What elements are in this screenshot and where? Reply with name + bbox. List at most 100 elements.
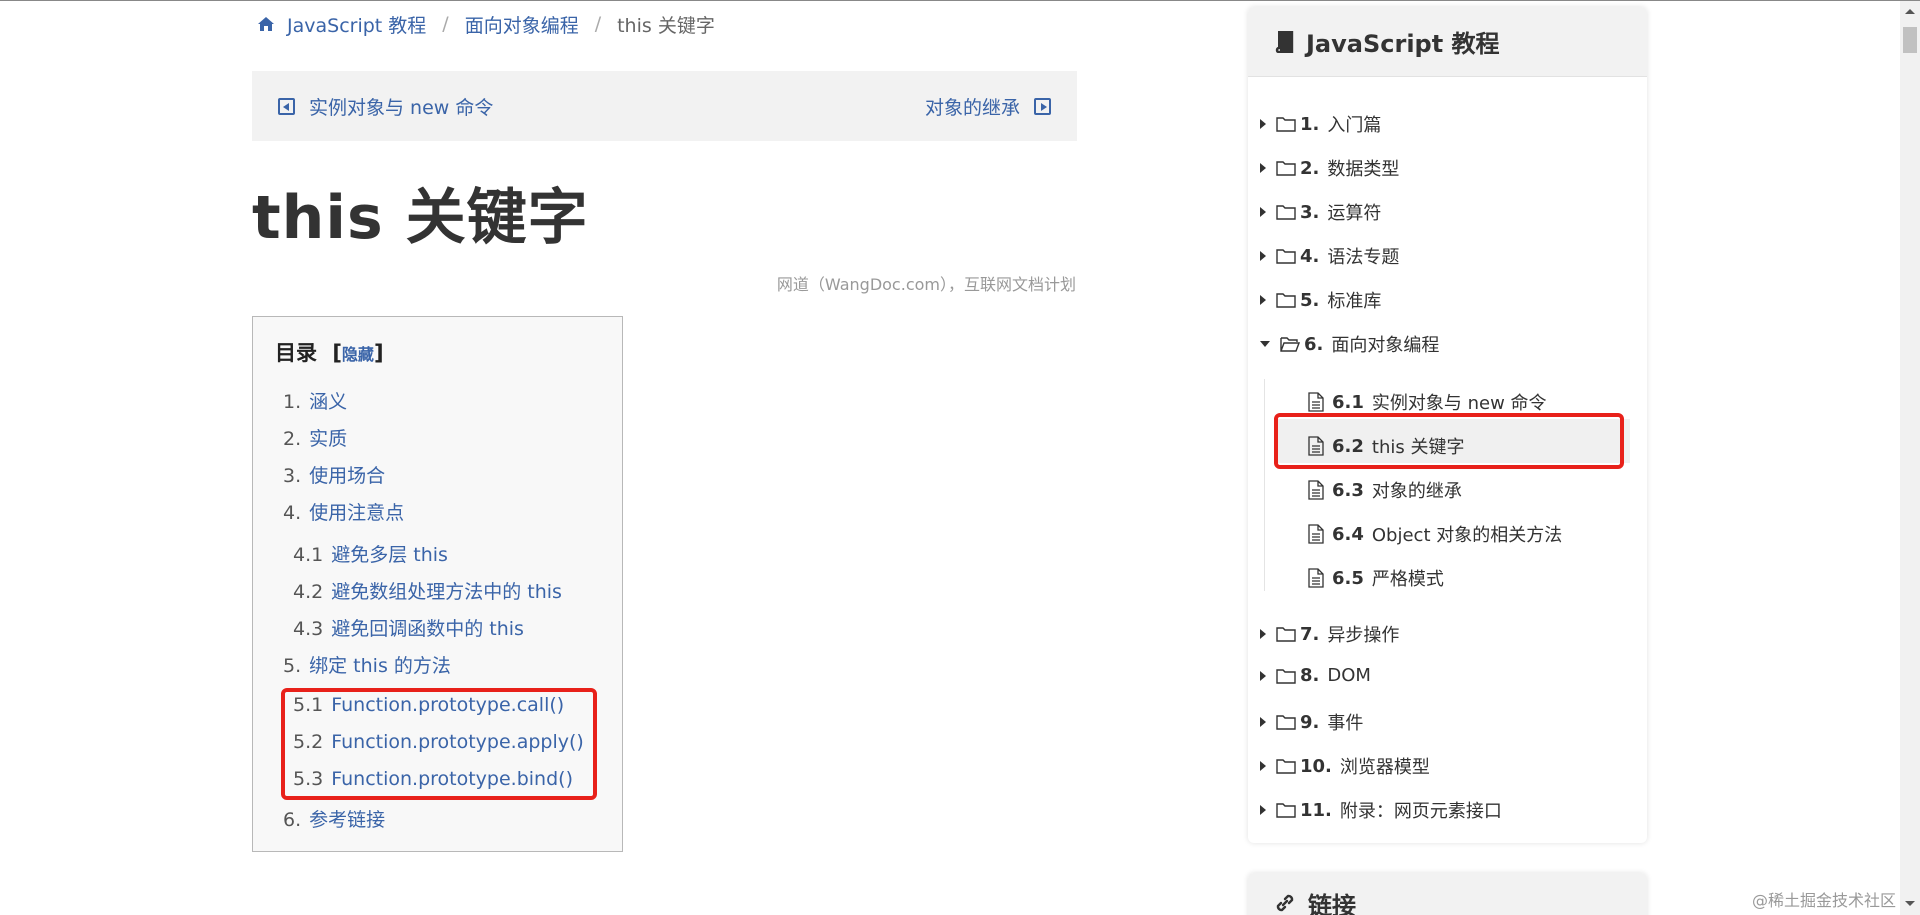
caret-right-icon[interactable] — [1260, 119, 1266, 129]
caret-right-icon[interactable] — [1260, 717, 1266, 727]
folder-icon — [1276, 803, 1296, 818]
toc-item-number: 4.2 — [293, 581, 324, 603]
sidebar-chapter[interactable]: 8. DOM — [1260, 665, 1371, 686]
toc-item-label: 避免多层 this — [331, 544, 448, 566]
scroll-up-icon[interactable] — [1905, 9, 1915, 14]
sidebar-chapter[interactable]: 10. 浏览器模型 — [1260, 753, 1430, 779]
toc-title: 目录 — [275, 341, 317, 365]
sidebar-chapter[interactable]: 5. 标准库 — [1260, 287, 1381, 313]
sidebar-chapter[interactable]: 6. 面向对象编程 — [1260, 331, 1439, 357]
caret-right-icon[interactable] — [1260, 251, 1266, 261]
sidebar-sub-item[interactable]: 6.4 Object 对象的相关方法 — [1308, 521, 1562, 547]
sidebar-chapter[interactable]: 11. 附录：网页元素接口 — [1260, 797, 1502, 823]
chapter-label: 运算符 — [1327, 203, 1382, 224]
chapter-number: 9. — [1300, 711, 1320, 733]
links-header: 链接 — [1248, 873, 1647, 915]
toc-item[interactable]: 2. 实质 — [283, 424, 347, 451]
toc-header: 目录 [隐藏] — [275, 337, 384, 367]
toc-item-number: 4. — [283, 502, 302, 524]
sidebar-header: JavaScript 教程 — [1248, 7, 1647, 77]
document-icon — [1308, 524, 1324, 544]
toc-hide-link[interactable]: 隐藏 — [342, 345, 374, 364]
chapter-number: 7. — [1300, 623, 1320, 645]
toc-item-label: 参考链接 — [309, 809, 386, 831]
sidebar-chapter[interactable]: 1. 入门篇 — [1260, 111, 1381, 137]
caret-right-icon[interactable] — [1260, 805, 1266, 815]
sidebar-chapter[interactable]: 7. 异步操作 — [1260, 621, 1399, 647]
toc-item[interactable]: 6. 参考链接 — [283, 805, 385, 832]
breadcrumb: JavaScript 教程 / 面向对象编程 / this 关键字 — [257, 11, 715, 37]
toc-item-number: 2. — [283, 428, 302, 450]
toc-item-label: 绑定 this 的方法 — [309, 655, 451, 677]
caret-right-icon[interactable] — [1260, 295, 1266, 305]
chapter-number: 3. — [1300, 201, 1320, 223]
toc-item[interactable]: 3. 使用场合 — [283, 461, 385, 488]
toc-item[interactable]: 4.1 避免多层 this — [293, 540, 448, 567]
caret-right-icon[interactable] — [1260, 207, 1266, 217]
chapter-label: 面向对象编程 — [1331, 335, 1440, 356]
toc-item[interactable]: 4. 使用注意点 — [283, 498, 404, 525]
breadcrumb-separator: / — [442, 13, 449, 35]
prev-page-label: 实例对象与 new 命令 — [309, 96, 494, 119]
home-icon[interactable] — [257, 16, 275, 32]
next-page-link[interactable]: 对象的继承 — [925, 93, 1051, 120]
caret-down-icon[interactable] — [1260, 341, 1270, 347]
chapter-number: 4. — [1300, 245, 1320, 267]
sidebar-sub-item[interactable]: 6.1 实例对象与 new 命令 — [1308, 389, 1547, 415]
highlight-box — [1274, 413, 1624, 469]
toc-item[interactable]: 4.2 避免数组处理方法中的 this — [293, 577, 562, 604]
sub-item-label: 实例对象与 new 命令 — [1371, 393, 1547, 414]
toc-item[interactable]: 4.3 避免回调函数中的 this — [293, 614, 524, 641]
subtree-line — [1264, 379, 1265, 591]
chapter-number: 11. — [1300, 799, 1332, 821]
link-icon — [1276, 894, 1294, 912]
caret-right-icon[interactable] — [1260, 629, 1266, 639]
page: JavaScript 教程 / 面向对象编程 / this 关键字 实例对象与 … — [0, 0, 1920, 915]
links-title: 链接 — [1308, 891, 1356, 915]
chapter-label: 入门篇 — [1327, 115, 1382, 136]
breadcrumb-separator: / — [594, 13, 602, 35]
page-scrollbar[interactable] — [1900, 1, 1920, 915]
caret-right-icon[interactable] — [1260, 163, 1266, 173]
toc-item[interactable]: 1. 涵义 — [283, 387, 347, 414]
sub-item-number: 6.5 — [1332, 567, 1364, 589]
breadcrumb-link-javascript[interactable]: JavaScript 教程 — [287, 11, 426, 38]
chapter-label: 浏览器模型 — [1339, 757, 1430, 778]
sidebar-chapter[interactable]: 4. 语法专题 — [1260, 243, 1399, 269]
prev-page-link[interactable]: 实例对象与 new 命令 — [278, 93, 493, 120]
folder-icon — [1276, 161, 1296, 176]
chapter-label: DOM — [1327, 665, 1371, 686]
caret-right-icon[interactable] — [1260, 670, 1266, 681]
sub-item-number: 6.3 — [1332, 479, 1364, 501]
scroll-thumb[interactable] — [1903, 27, 1917, 53]
folder-icon — [1276, 715, 1296, 730]
sidebar-chapter[interactable]: 3. 运算符 — [1260, 199, 1381, 225]
scroll-down-icon[interactable] — [1905, 901, 1915, 906]
toc-item-label: 涵义 — [309, 391, 348, 413]
sub-item-label: Object 对象的相关方法 — [1371, 525, 1563, 546]
next-page-label: 对象的继承 — [924, 96, 1020, 119]
folder-icon — [1276, 627, 1296, 642]
chapter-label: 附录：网页元素接口 — [1339, 801, 1502, 822]
breadcrumb-link-oop[interactable]: 面向对象编程 — [465, 11, 579, 38]
sidebar-chapter[interactable]: 9. 事件 — [1260, 709, 1363, 735]
sidebar-chapter[interactable]: 2. 数据类型 — [1260, 155, 1399, 181]
page-title: this 关键字 — [252, 183, 589, 253]
toc-item-number: 1. — [283, 391, 302, 413]
toc-item-label: 使用场合 — [309, 465, 386, 487]
source-note: 网道（WangDoc.com），互联网文档计划 — [776, 275, 1076, 294]
document-icon — [1308, 568, 1324, 588]
folder-open-icon — [1280, 337, 1300, 352]
sidebar-sub-item[interactable]: 6.3 对象的继承 — [1308, 477, 1462, 503]
book-icon — [1275, 30, 1294, 53]
toc-item-label: 使用注意点 — [309, 502, 405, 524]
caret-right-icon[interactable] — [1260, 761, 1266, 771]
sidebar-sub-item[interactable]: 6.5 严格模式 — [1308, 565, 1444, 591]
highlight-box — [281, 688, 597, 800]
chapter-label: 标准库 — [1327, 291, 1382, 312]
sub-item-number: 6.1 — [1332, 391, 1364, 413]
toc-item[interactable]: 5. 绑定 this 的方法 — [283, 651, 451, 678]
sub-item-label: 对象的继承 — [1371, 481, 1462, 502]
sub-item-number: 6.4 — [1332, 523, 1364, 545]
document-icon — [1308, 480, 1324, 500]
